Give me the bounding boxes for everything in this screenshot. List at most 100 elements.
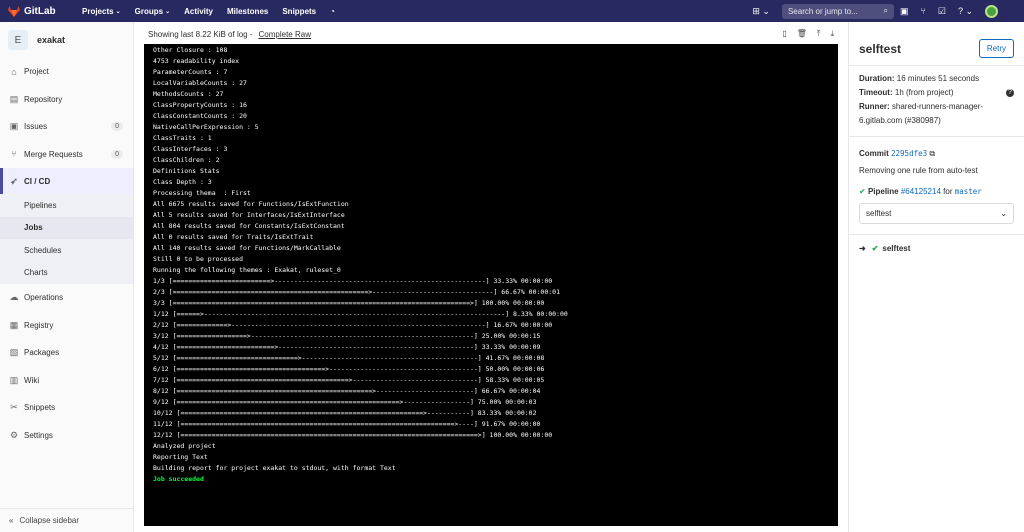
nav-groups[interactable]: Groups ⌄	[135, 7, 170, 16]
project-name: exakat	[37, 35, 66, 45]
performance-icon[interactable]: ◔	[330, 7, 335, 16]
mr-count-badge: 0	[111, 149, 123, 159]
sidebar-item-snippets[interactable]: ✂ Snippets	[0, 394, 133, 422]
package-icon: ▧	[9, 347, 19, 358]
log-line: ClassChildren : 2	[153, 156, 220, 164]
pipeline-block: ✔ Pipeline #64125214 for master	[859, 187, 982, 196]
log-line: 2/3 [===================================…	[153, 288, 560, 296]
log-line: 9/12 [==================================…	[153, 398, 537, 406]
job-succeeded-line: Job succeeded	[153, 475, 204, 483]
job-list-item[interactable]: ➜ ✔ selftest	[849, 235, 1024, 262]
log-line: Still 0 to be processed	[153, 255, 244, 263]
log-line: All 5 results saved for Interfaces/IsExt…	[153, 211, 345, 219]
merge-request-icon[interactable]: ⑂	[920, 6, 925, 16]
log-line: Reporting Text	[153, 453, 208, 461]
pipeline-link[interactable]: #64125214	[901, 187, 941, 196]
chevron-down-icon: ⌄	[165, 8, 171, 15]
issues-count-badge: 0	[111, 122, 123, 132]
sidebar-item-ci-cd[interactable]: ➶ CI / CD	[0, 168, 133, 194]
plus-square-icon[interactable]: ⊞ ⌄	[752, 6, 770, 17]
commit-block: Commit 2295dfe3 ⧉ Removing one rule from…	[849, 137, 1024, 179]
nav-milestones[interactable]: Milestones	[227, 7, 268, 16]
user-avatar[interactable]	[985, 4, 998, 18]
project-avatar: E	[8, 30, 28, 50]
collapse-sidebar-button[interactable]: « Collapse sidebar	[0, 508, 134, 532]
log-line: 4/12 [=========================>--------…	[153, 343, 541, 351]
log-line: 11/12 [=================================…	[153, 420, 541, 428]
gear-icon: ⚙	[9, 429, 19, 440]
scroll-top-icon[interactable]: ⤒	[817, 29, 821, 39]
book-icon: ▥	[9, 374, 19, 385]
sidebar-item-registry[interactable]: ▦ Registry	[0, 312, 133, 340]
erase-icon[interactable]: 🗑	[797, 29, 807, 39]
issues-icon[interactable]: ▣	[900, 6, 909, 17]
sidebar-item-settings[interactable]: ⚙ Settings	[0, 422, 133, 450]
job-log[interactable]: Other Closure : 108 4753 readability inde…	[144, 44, 838, 526]
sidebar-subitem-charts[interactable]: Charts	[0, 261, 133, 284]
duration-value: 16 minutes 51 seconds	[896, 74, 980, 83]
sidebar-subitem-schedules[interactable]: Schedules	[0, 239, 133, 262]
branch-link[interactable]: master	[955, 187, 982, 196]
home-icon: ⌂	[11, 66, 17, 77]
search-input[interactable]: Search or jump to... ⌕	[781, 3, 894, 19]
top-navbar: GitLab Projects ⌄ Groups ⌄ Activity Milest…	[0, 0, 1024, 22]
gitlab-logo[interactable]: GitLab	[8, 5, 68, 17]
complete-raw-link[interactable]: Complete Raw	[259, 30, 311, 39]
log-line: Class Depth : 3	[153, 178, 212, 186]
scissors-icon: ✂	[10, 402, 18, 413]
copy-icon[interactable]: ⧉	[929, 149, 935, 158]
log-line: ClassInterfaces : 3	[153, 145, 228, 153]
commit-sha-link[interactable]: 2295dfe3	[891, 149, 927, 158]
nav-activity[interactable]: Activity	[184, 7, 213, 16]
sidebar-item-wiki[interactable]: ▥ Wiki	[0, 367, 133, 395]
doc-icon: ▤	[9, 93, 19, 104]
log-line: 8/12 [==================================…	[153, 387, 541, 395]
sidebar-item-merge-requests[interactable]: ⑂ Merge Requests 0	[0, 141, 133, 169]
issues-icon: ▣	[9, 121, 19, 132]
timeout-value: 1h (from project)	[894, 88, 954, 97]
project-header[interactable]: E exakat	[0, 22, 133, 58]
retry-button[interactable]: Retry	[978, 39, 1014, 58]
help-icon[interactable]: ? ⌄	[958, 6, 973, 17]
log-line: All 804 results saved for Constants/IsEx…	[153, 222, 345, 230]
log-line: All 0 results saved for Traits/IsExtTrai…	[153, 233, 314, 241]
log-line: 1/12 [======>---------------------------…	[153, 310, 568, 318]
gitlab-fox-icon	[8, 5, 20, 17]
sidebar-item-repository[interactable]: ▤ Repository	[0, 86, 133, 114]
nav-snippets[interactable]: Snippets	[282, 7, 316, 16]
log-line: 3/12 [==================>---------------…	[153, 332, 541, 340]
merge-icon: ⑂	[11, 149, 17, 160]
box-icon: ▦	[9, 319, 19, 330]
sidebar-item-issues[interactable]: ▣ Issues 0	[0, 113, 133, 141]
sidebar-item-operations[interactable]: ☁ Operations	[0, 284, 133, 312]
scroll-bottom-icon[interactable]: ⤓	[830, 29, 834, 39]
raw-file-icon[interactable]: ▯	[782, 29, 786, 39]
cloud-icon: ☁	[9, 292, 19, 303]
job-title: selftest	[859, 41, 902, 56]
log-line: Processing thema : First	[153, 189, 251, 197]
help-icon[interactable]: ?	[1006, 89, 1014, 97]
log-line: LocalVariableCounts : 27	[153, 79, 247, 87]
sidebar-subitem-pipelines[interactable]: Pipelines	[0, 194, 133, 217]
sidebar-item-project[interactable]: ⌂ Project	[0, 58, 133, 86]
chevron-down-icon: ⌄	[1000, 209, 1007, 218]
log-line: 2/12 [=============>--------------------…	[153, 321, 553, 329]
log-line: ClassPropertyCounts : 16	[153, 101, 247, 109]
log-line: 7/12 [==================================…	[153, 376, 545, 384]
log-line: Building report for project exakat to st…	[153, 464, 396, 472]
stage-select[interactable]: selftest ⌄	[859, 203, 1014, 224]
sidebar-subitem-jobs[interactable]: Jobs	[0, 216, 133, 239]
log-line: MethodsCounts : 27	[153, 90, 224, 98]
log-line: 12/12 [=================================…	[153, 431, 553, 439]
log-line: 5/12 [===============================>--…	[153, 354, 545, 362]
double-chevron-left-icon: «	[9, 516, 14, 525]
log-line: 3/3 [===================================…	[153, 299, 545, 307]
log-line: Other Closure : 108	[153, 46, 228, 54]
todo-icon[interactable]: ☑	[938, 6, 946, 17]
nav-projects[interactable]: Projects ⌄	[82, 7, 121, 16]
log-line: ClassTraits : 1	[153, 134, 212, 142]
log-line: 10/12 [=================================…	[153, 409, 537, 417]
log-size-text: Showing last 8.22 KiB of log -	[148, 29, 253, 39]
log-line: 6/12 [==================================…	[153, 365, 545, 373]
sidebar-item-packages[interactable]: ▧ Packages	[0, 339, 133, 367]
